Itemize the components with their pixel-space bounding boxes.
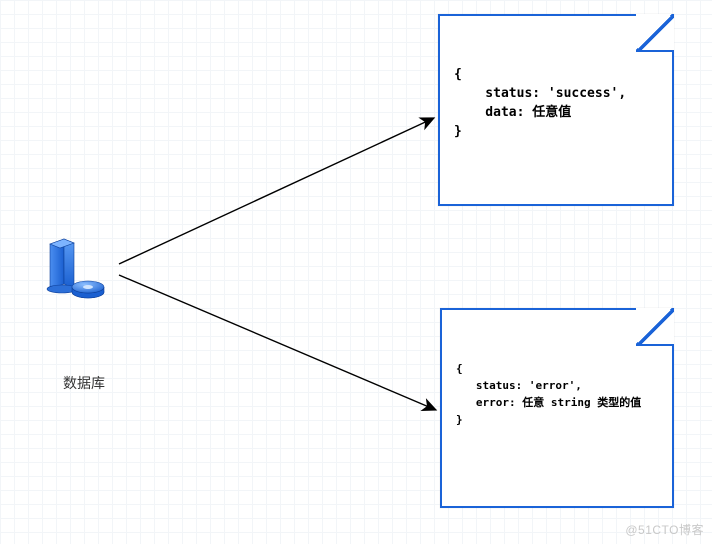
arrow-to-success: [119, 118, 434, 264]
success-code-line-2: status: 'success',: [454, 85, 658, 104]
diagram-canvas: 数据库 { status: 'success', data: 任意值 } { s…: [0, 0, 712, 544]
error-code-line-4: }: [456, 411, 658, 428]
success-response-document: { status: 'success', data: 任意值 }: [438, 14, 674, 206]
error-code-line-2: status: 'error',: [456, 377, 658, 394]
database-node: 数据库: [44, 238, 124, 393]
success-code-line-1: {: [454, 66, 658, 85]
error-response-document: { status: 'error', error: 任意 string 类型的值…: [440, 308, 674, 508]
database-icon: [44, 238, 114, 302]
page-fold-icon: [636, 14, 674, 52]
error-code-line-3: error: 任意 string 类型的值: [456, 394, 658, 411]
error-code-line-1: {: [456, 360, 658, 377]
database-label: 数据库: [44, 373, 124, 393]
page-fold-icon: [636, 308, 674, 346]
success-code-line-4: }: [454, 123, 658, 142]
watermark: @51CTO博客: [625, 521, 704, 538]
arrow-to-error: [119, 275, 436, 410]
success-code-line-3: data: 任意值: [454, 104, 658, 123]
